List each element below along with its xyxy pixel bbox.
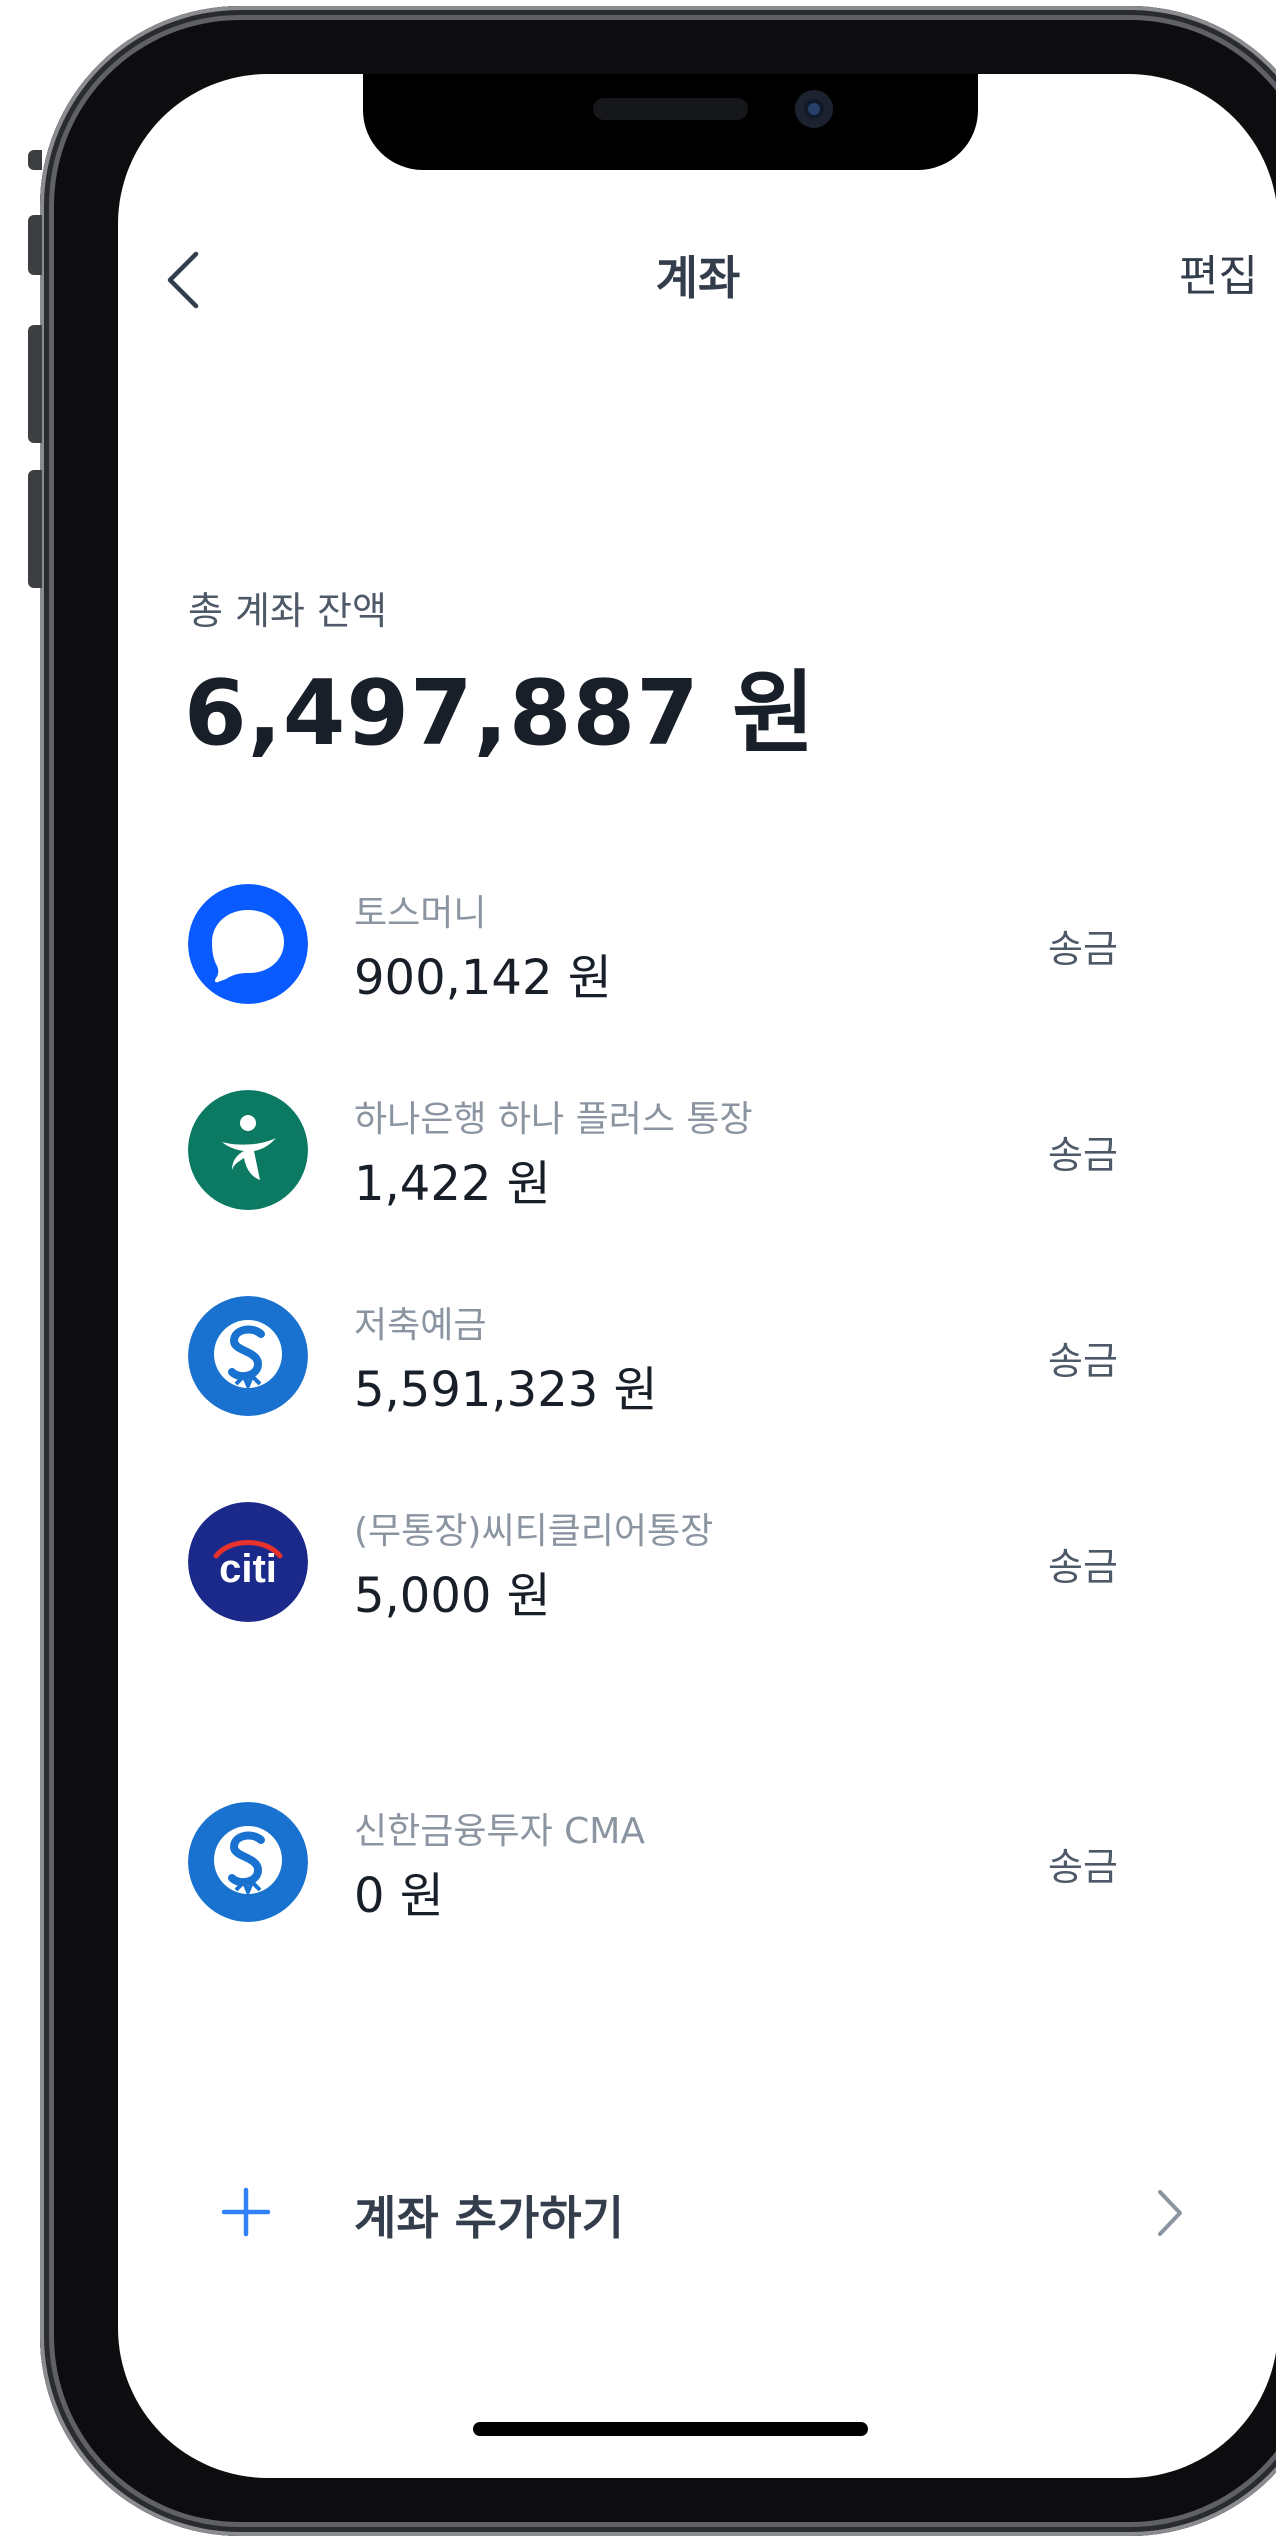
send-money-button[interactable]: 송금 <box>1048 1330 1118 1385</box>
account-row[interactable]: 토스머니 900,142 원 송금 <box>188 884 1218 1008</box>
add-account-label: 계좌 추가하기 <box>354 2191 624 2245</box>
citi-logo-text: citi <box>219 1547 277 1591</box>
front-camera <box>795 90 833 128</box>
home-indicator[interactable] <box>473 2422 868 2436</box>
chevron-right-icon <box>1158 2190 1182 2236</box>
account-name: 토스머니 <box>354 893 487 934</box>
mute-switch <box>28 215 42 275</box>
account-row[interactable]: 신한금융투자 CMA 0 원 송금 <box>188 1802 1218 1926</box>
shinhan-logo-icon <box>188 1802 308 1922</box>
notch <box>363 74 978 170</box>
account-name: 하나은행 하나 플러스 통장 <box>354 1099 753 1140</box>
send-money-button[interactable]: 송금 <box>1048 918 1118 973</box>
screen: 계좌 편집 총 계좌 잔액 6,497,887 원 토스머니 900,142 원… <box>118 74 1276 2478</box>
account-balance: 5,000 원 <box>354 1568 551 1624</box>
hana-bank-logo-icon <box>188 1090 308 1210</box>
shinhan-logo-icon <box>188 1296 308 1416</box>
speaker-grille <box>593 98 748 120</box>
add-account-button[interactable]: 계좌 추가하기 <box>188 2174 1188 2254</box>
account-row[interactable]: 하나은행 하나 플러스 통장 1,422 원 송금 <box>188 1090 1218 1214</box>
account-name: 신한금융투자 CMA <box>354 1811 645 1852</box>
account-name: 저축예금 <box>354 1305 487 1346</box>
plus-icon <box>221 2187 271 2237</box>
volume-up-button <box>28 325 42 443</box>
citi-logo-icon: citi <box>188 1502 308 1622</box>
account-row[interactable]: citi (무통장)씨티클리어통장 5,000 원 송금 <box>188 1502 1218 1626</box>
volume-down-button <box>28 470 42 588</box>
account-balance: 900,142 원 <box>354 950 612 1006</box>
send-money-button[interactable]: 송금 <box>1048 1124 1118 1179</box>
send-money-button[interactable]: 송금 <box>1048 1536 1118 1591</box>
total-balance-amount: 6,497,887 원 <box>184 661 816 766</box>
account-balance: 5,591,323 원 <box>354 1362 658 1418</box>
edit-button[interactable]: 편집 <box>1179 242 1258 304</box>
account-name: (무통장)씨티클리어통장 <box>354 1511 714 1552</box>
page-title: 계좌 <box>655 251 741 305</box>
total-balance-label: 총 계좌 잔액 <box>188 589 387 633</box>
account-balance: 0 원 <box>354 1868 444 1924</box>
account-balance: 1,422 원 <box>354 1156 551 1212</box>
phone-side-button <box>28 150 42 170</box>
send-money-button[interactable]: 송금 <box>1048 1836 1118 1891</box>
toss-logo-icon <box>188 884 308 1004</box>
account-row[interactable]: 저축예금 5,591,323 원 송금 <box>188 1296 1218 1420</box>
